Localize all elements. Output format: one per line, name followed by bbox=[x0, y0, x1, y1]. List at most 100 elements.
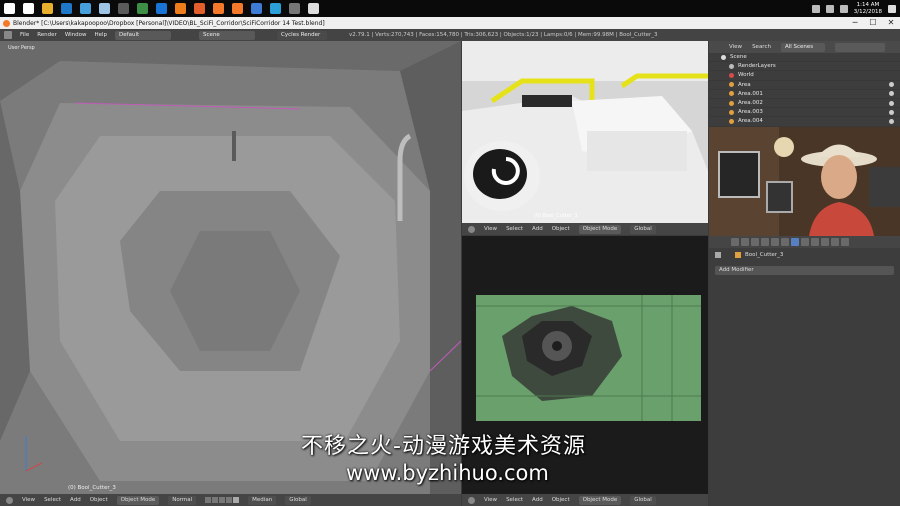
menu-object[interactable]: Object bbox=[552, 226, 570, 232]
calculator-icon[interactable] bbox=[114, 0, 133, 17]
blender-icon-2-glyph bbox=[232, 3, 243, 14]
menu-select[interactable]: Select bbox=[506, 497, 523, 503]
render-tab-icon[interactable] bbox=[731, 238, 739, 246]
outliner-panel: View Search All Scenes Scene RenderLayers… bbox=[709, 41, 900, 127]
task-view-icon[interactable] bbox=[19, 0, 38, 17]
outliner-search-input[interactable] bbox=[834, 42, 885, 52]
firefox-icon[interactable] bbox=[190, 0, 209, 17]
mode-selector[interactable]: Object Mode bbox=[116, 495, 160, 505]
menu-help[interactable]: Help bbox=[95, 32, 108, 38]
texture-tab-icon[interactable] bbox=[821, 238, 829, 246]
maximize-button[interactable]: ☐ bbox=[864, 17, 882, 29]
outliner-item[interactable]: Area.002 bbox=[709, 99, 900, 109]
app-icon[interactable] bbox=[266, 0, 285, 17]
world-tab-icon[interactable] bbox=[761, 238, 769, 246]
menu-object[interactable]: Object bbox=[90, 497, 108, 503]
menu-select[interactable]: Select bbox=[44, 497, 61, 503]
mode-selector[interactable]: Object Mode bbox=[578, 495, 622, 505]
menu-select[interactable]: Select bbox=[506, 226, 523, 232]
menu-view[interactable]: View bbox=[22, 497, 35, 503]
outliner-item[interactable]: Scene bbox=[709, 53, 900, 63]
visibility-eye-icon[interactable] bbox=[889, 91, 894, 97]
vlc-icon-glyph bbox=[175, 3, 186, 14]
editor-type-icon[interactable] bbox=[4, 31, 12, 39]
blender-icon-2[interactable] bbox=[228, 0, 247, 17]
main-3d-viewport[interactable]: User Persp (0) Bool_Cutter_3 bbox=[0, 41, 461, 494]
scene-selector[interactable]: Scene bbox=[199, 30, 256, 40]
menu-object[interactable]: Object bbox=[552, 497, 570, 503]
soundcloud-icon[interactable] bbox=[304, 0, 323, 17]
rendered-viewport[interactable]: User Persp (0) Bool_Cutter_3 View Select… bbox=[462, 41, 708, 235]
teamviewer-icon[interactable] bbox=[152, 0, 171, 17]
pin-icon[interactable] bbox=[715, 252, 721, 258]
modifiers-tab-icon[interactable] bbox=[791, 238, 799, 246]
editor-type-icon[interactable] bbox=[6, 496, 13, 504]
volume-icon[interactable] bbox=[825, 4, 834, 13]
webcam-overlay bbox=[709, 127, 900, 236]
system-clock[interactable]: 1:14 AM 3/12/2018 bbox=[854, 2, 882, 16]
outliner-item[interactable]: World bbox=[709, 71, 900, 81]
krita-icon[interactable] bbox=[247, 0, 266, 17]
menu-view[interactable]: View bbox=[484, 226, 497, 232]
particles-tab-icon[interactable] bbox=[831, 238, 839, 246]
blender-icon bbox=[3, 19, 10, 27]
render-engine-selector[interactable]: Cycles Render bbox=[277, 30, 328, 40]
camera-viewport-header: View Select Add Object Object Mode Globa… bbox=[462, 494, 708, 506]
outliner-item[interactable]: Area.001 bbox=[709, 90, 900, 99]
minimize-button[interactable]: ─ bbox=[846, 17, 864, 29]
visibility-eye-icon[interactable] bbox=[889, 118, 894, 124]
constraints-tab-icon[interactable] bbox=[781, 238, 789, 246]
menu-add[interactable]: Add bbox=[532, 226, 543, 232]
material-tab-icon[interactable] bbox=[811, 238, 819, 246]
notification-icon[interactable] bbox=[888, 4, 896, 13]
layers-tab-icon[interactable] bbox=[741, 238, 749, 246]
network-icon[interactable] bbox=[811, 4, 820, 13]
close-button[interactable]: ✕ bbox=[882, 17, 900, 29]
mode-selector[interactable]: Object Mode bbox=[578, 224, 622, 234]
menu-window[interactable]: Window bbox=[65, 32, 87, 38]
outliner-menu-search[interactable]: Search bbox=[752, 44, 771, 50]
visibility-eye-icon[interactable] bbox=[889, 109, 894, 115]
obs-icon[interactable] bbox=[285, 0, 304, 17]
visibility-eye-icon[interactable] bbox=[889, 82, 894, 88]
blender-icon-glyph bbox=[213, 3, 224, 14]
outliner-item[interactable]: RenderLayers bbox=[709, 62, 900, 72]
notepad-icon[interactable] bbox=[95, 0, 114, 17]
outliner-item[interactable]: Area bbox=[709, 81, 900, 90]
add-modifier-button[interactable]: Add Modifier bbox=[715, 266, 894, 275]
menu-add[interactable]: Add bbox=[70, 497, 81, 503]
menu-add[interactable]: Add bbox=[532, 497, 543, 503]
layer-buttons[interactable] bbox=[205, 497, 240, 503]
file-explorer-icon[interactable] bbox=[38, 0, 57, 17]
menu-render[interactable]: Render bbox=[37, 32, 57, 38]
orientation-selector[interactable]: Global bbox=[630, 495, 656, 505]
excel-icon[interactable] bbox=[133, 0, 152, 17]
scene-tab-icon[interactable] bbox=[751, 238, 759, 246]
object-tab-icon[interactable] bbox=[771, 238, 779, 246]
visibility-eye-icon[interactable] bbox=[889, 100, 894, 106]
outliner-menu-view[interactable]: View bbox=[729, 44, 742, 50]
blender-icon[interactable] bbox=[209, 0, 228, 17]
editor-type-icon[interactable] bbox=[468, 225, 475, 233]
orientation-selector[interactable]: Global bbox=[630, 224, 656, 234]
menu-view[interactable]: View bbox=[484, 497, 497, 503]
shading-selector[interactable]: Normal bbox=[168, 495, 197, 505]
battery-icon[interactable] bbox=[839, 4, 848, 13]
pivot-selector[interactable]: Median bbox=[248, 495, 277, 505]
outliner-item[interactable]: Area.004 bbox=[709, 117, 900, 127]
outliner-item[interactable]: Area.003 bbox=[709, 108, 900, 118]
calculator-icon-glyph bbox=[118, 3, 129, 14]
orientation-selector[interactable]: Global bbox=[285, 495, 311, 505]
paint-icon[interactable] bbox=[76, 0, 95, 17]
photoshop-icon[interactable] bbox=[57, 0, 76, 17]
object-type-icon bbox=[729, 100, 734, 106]
editor-type-icon[interactable] bbox=[468, 496, 475, 504]
screen-layout-selector[interactable]: Default bbox=[115, 30, 172, 40]
windows-start-icon[interactable] bbox=[0, 0, 19, 17]
data-tab-icon[interactable] bbox=[801, 238, 809, 246]
outliner-display-mode[interactable]: All Scenes bbox=[780, 42, 825, 52]
menu-file[interactable]: File bbox=[20, 32, 29, 38]
physics-tab-icon[interactable] bbox=[841, 238, 849, 246]
outliner-item-label: RenderLayers bbox=[738, 63, 776, 70]
vlc-icon[interactable] bbox=[171, 0, 190, 17]
